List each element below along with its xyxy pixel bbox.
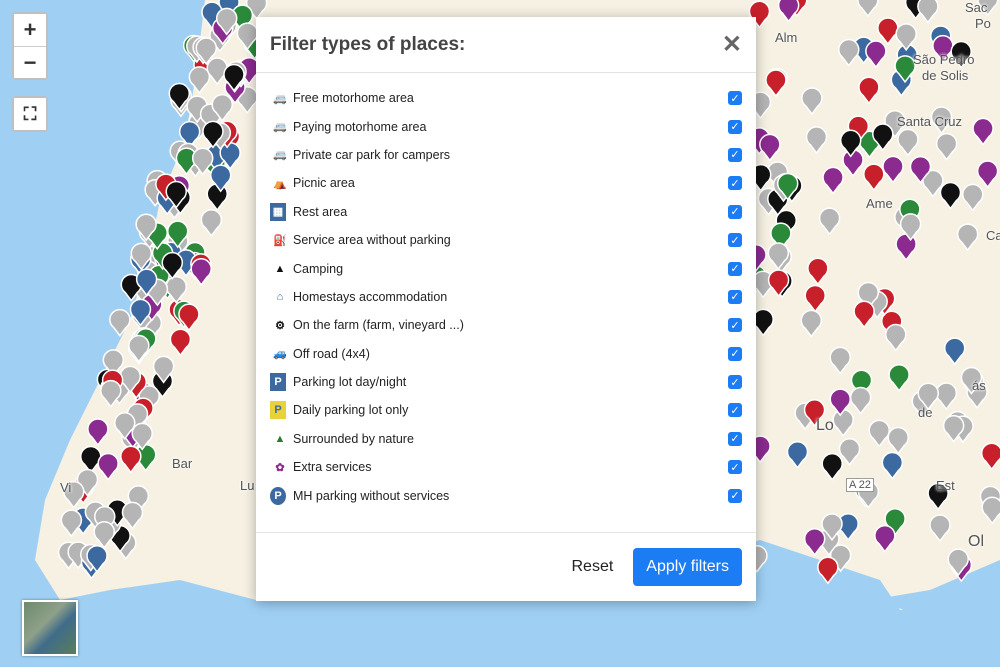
map-marker[interactable] <box>817 556 839 585</box>
map-label: Ol <box>968 533 984 550</box>
map-label: de Solis <box>922 68 969 83</box>
extra-services-icon: ✿ <box>275 461 285 474</box>
filter-item[interactable]: 🚐 Free motorhome area ✓ <box>270 84 742 112</box>
pine-tree-icon: ▲ <box>274 432 286 445</box>
apply-filters-button[interactable]: Apply filters <box>633 548 742 586</box>
filter-checkbox[interactable]: ✓ <box>728 403 742 418</box>
filter-label: MH parking without services <box>293 488 450 503</box>
offroad-icon: 🚙 <box>273 348 287 361</box>
picnic-tree-icon: ⛺ <box>273 177 287 190</box>
map-label: Po <box>975 16 991 31</box>
service-area-icon: ⛽ <box>273 234 287 247</box>
filter-label: Extra services <box>293 460 372 475</box>
reset-button[interactable]: Reset <box>572 558 614 576</box>
rest-area-icon: ▦ <box>270 202 286 221</box>
filter-label: Daily parking lot only <box>293 403 409 418</box>
motorhome-blue-icon: 🚐 <box>273 149 287 162</box>
map-label: Est <box>936 478 955 493</box>
filter-checkbox[interactable]: ✓ <box>728 147 742 162</box>
filter-item[interactable]: ✿ Extra services ✓ <box>270 453 742 481</box>
filter-item[interactable]: P Daily parking lot only ✓ <box>270 396 742 424</box>
close-icon[interactable]: ✕ <box>722 30 742 59</box>
filter-label: Camping <box>293 261 344 276</box>
filter-checkbox[interactable]: ✓ <box>728 488 742 503</box>
parking-icon: P <box>270 373 286 392</box>
motorhome-green-icon: 🚐 <box>273 92 287 105</box>
filter-item[interactable]: 🚐 Paying motorhome area ✓ <box>270 112 742 140</box>
filter-checkbox[interactable]: ✓ <box>728 431 742 446</box>
map-label: Bar <box>172 456 193 471</box>
fullscreen-button[interactable]: ⛶ <box>14 98 46 130</box>
modal-title: Filter types of places: <box>270 33 466 55</box>
fullscreen-control: ⛶ <box>12 96 48 132</box>
filter-checkbox[interactable]: ✓ <box>728 375 742 390</box>
filter-label: Picnic area <box>293 176 355 191</box>
modal-footer: Reset Apply filters <box>256 532 756 601</box>
filter-label: Private car park for campers <box>293 147 450 162</box>
filter-label: Free motorhome area <box>293 91 414 106</box>
map-label: Lu <box>240 478 255 493</box>
filter-item[interactable]: ▦ Rest area ✓ <box>270 198 742 226</box>
filter-item[interactable]: 🚙 Off road (4x4) ✓ <box>270 340 742 368</box>
filter-label: Service area without parking <box>293 233 451 248</box>
filter-label: Parking lot day/night <box>293 375 407 390</box>
filter-checkbox[interactable]: ✓ <box>728 204 742 219</box>
filter-item[interactable]: ⌂ Homestays accommodation ✓ <box>270 283 742 311</box>
filter-checkbox[interactable]: ✓ <box>728 233 742 248</box>
filter-item[interactable]: ⚙ On the farm (farm, vineyard ...) ✓ <box>270 311 742 339</box>
filter-label: On the farm (farm, vineyard ...) <box>293 318 464 333</box>
map-label: Santa Cruz <box>897 114 963 129</box>
road-label: A 22 <box>846 478 875 492</box>
map-label: Lo <box>816 417 834 434</box>
filter-label: Surrounded by nature <box>293 431 414 446</box>
mh-parking-icon: P <box>270 486 286 505</box>
map-label: Ca <box>986 228 1000 243</box>
filter-item[interactable]: ⛺ Picnic area ✓ <box>270 169 742 197</box>
zoom-in-button[interactable]: + <box>14 14 46 46</box>
filter-checkbox[interactable]: ✓ <box>728 261 742 276</box>
map-label: São Pedro <box>913 52 975 67</box>
filter-label: Paying motorhome area <box>293 119 427 134</box>
tractor-icon: ⚙ <box>275 319 285 332</box>
filter-checkbox[interactable]: ✓ <box>728 289 742 304</box>
filter-label: Off road (4x4) <box>293 346 370 361</box>
filter-item[interactable]: ⛽ Service area without parking ✓ <box>270 226 742 254</box>
daily-parking-icon: P <box>270 401 286 420</box>
homestay-icon: ⌂ <box>276 290 284 303</box>
filter-checkbox[interactable]: ✓ <box>728 176 742 191</box>
map-label: Sac <box>965 0 988 15</box>
filter-label: Rest area <box>293 204 348 219</box>
map-label: ás <box>972 378 986 393</box>
filter-checkbox[interactable]: ✓ <box>728 91 742 106</box>
filter-checkbox[interactable]: ✓ <box>728 460 742 475</box>
map-label: Alm <box>775 30 798 45</box>
map-label: de <box>918 405 933 420</box>
filter-item[interactable]: ▲ Camping ✓ <box>270 254 742 282</box>
filter-item[interactable]: P MH parking without services ✓ <box>270 481 742 509</box>
map-label: Ame <box>866 196 893 211</box>
satellite-layer-toggle[interactable] <box>22 600 78 656</box>
modal-header: Filter types of places: ✕ <box>256 17 756 73</box>
map-label: Vi <box>60 480 72 495</box>
zoom-control: + − <box>12 12 48 80</box>
filter-item[interactable]: ▲ Surrounded by nature ✓ <box>270 425 742 453</box>
filter-item[interactable]: 🚐 Private car park for campers ✓ <box>270 141 742 169</box>
tent-icon: ▲ <box>274 262 286 275</box>
filter-checkbox[interactable]: ✓ <box>728 119 742 134</box>
filter-label: Homestays accommodation <box>293 289 448 304</box>
motorhome-red-icon: 🚐 <box>273 121 287 134</box>
filter-list: 🚐 Free motorhome area ✓ 🚐 Paying motorhome a… <box>256 73 756 510</box>
filter-modal: Filter types of places: ✕ 🚐 Free motorhom… <box>256 17 756 601</box>
zoom-out-button[interactable]: − <box>14 46 46 78</box>
filter-checkbox[interactable]: ✓ <box>728 318 742 333</box>
filter-checkbox[interactable]: ✓ <box>728 346 742 361</box>
filter-item[interactable]: P Parking lot day/night ✓ <box>270 368 742 396</box>
